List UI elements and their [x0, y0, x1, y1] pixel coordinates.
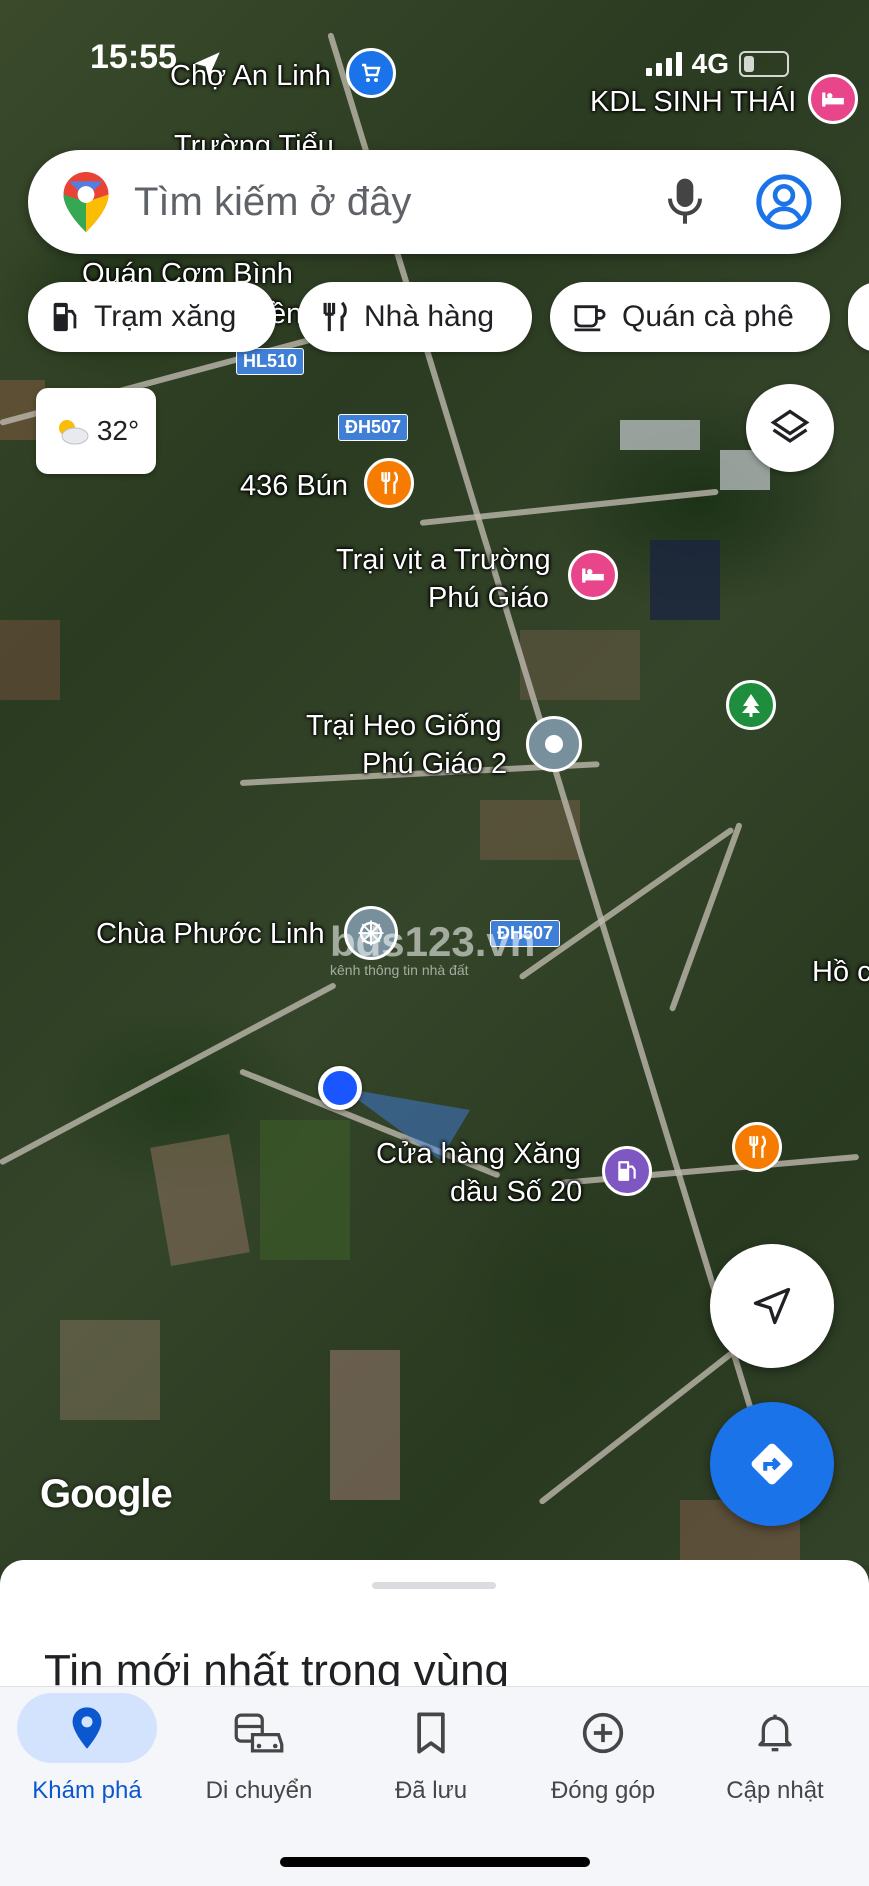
nav-icon-wrap — [17, 1693, 157, 1763]
poi-restaurant-pin[interactable] — [364, 458, 414, 508]
chip-restaurants[interactable]: Nhà hàng — [298, 282, 532, 352]
partly-cloudy-icon — [58, 420, 89, 445]
chip-label: Trạm xăng — [94, 300, 237, 333]
sheet-title: Tin mới nhất trong vùng — [44, 1646, 510, 1690]
cart-icon — [362, 63, 381, 82]
chip-label: Quán cà phê — [622, 300, 794, 333]
poi-gas-station-pin[interactable] — [602, 1146, 652, 1196]
map-field — [520, 630, 640, 700]
sheet-drag-handle[interactable] — [372, 1582, 496, 1589]
google-attribution: Google — [40, 1472, 173, 1516]
map-field — [330, 1350, 400, 1500]
poi-hotel-pin[interactable] — [568, 550, 618, 600]
nav-label: Đóng góp — [550, 1777, 656, 1804]
signal-icon — [645, 52, 682, 76]
nav-label: Đã lưu — [394, 1777, 468, 1804]
location-arrow-icon — [194, 52, 220, 78]
commute-icon — [234, 1713, 284, 1753]
directions-icon — [751, 1443, 793, 1485]
network-type: 4G — [691, 48, 729, 79]
map-pond — [650, 540, 720, 620]
map-label: Trại Heo Giống — [306, 710, 502, 742]
nav-label: Khám phá — [32, 1777, 142, 1804]
map-field — [150, 1133, 250, 1267]
watermark: bds123.vn — [330, 918, 536, 965]
bottom-sheet[interactable]: Tin mới nhất trong vùng — [0, 1560, 869, 1690]
nav-updates[interactable]: Cập nhật — [688, 1687, 862, 1817]
bed-icon — [582, 568, 604, 583]
weather-temp: 32° — [96, 415, 140, 446]
nav-label: Di chuyển — [205, 1777, 313, 1804]
poi-hotel-pin[interactable] — [808, 74, 858, 124]
gas-pump-icon — [618, 1161, 636, 1181]
add-circle-icon — [582, 1712, 624, 1754]
navigation-arrow-icon — [753, 1287, 791, 1325]
status-time: 15:55 — [90, 38, 177, 76]
map-label: Cửa hàng Xăng — [376, 1138, 581, 1170]
road — [419, 488, 719, 526]
status-right: 4G — [645, 48, 789, 80]
nav-explore[interactable]: Khám phá — [0, 1687, 174, 1817]
restaurant-icon — [323, 301, 347, 332]
directions-button[interactable] — [710, 1402, 834, 1526]
map-label: Trại vịt a Trường — [336, 544, 551, 576]
fork-knife-icon — [749, 1135, 767, 1158]
nav-icon-wrap — [361, 1707, 501, 1759]
chip-label: Nhà hàng — [364, 300, 495, 333]
tree-icon — [742, 694, 760, 717]
search-bar[interactable]: Tìm kiếm ở đây — [28, 150, 841, 254]
nav-contribute[interactable]: Đóng góp — [516, 1687, 690, 1817]
watermark-subtitle: kênh thông tin nhà đất — [330, 962, 469, 978]
explore-pin-icon — [72, 1707, 102, 1749]
bookmark-icon — [417, 1712, 445, 1754]
my-location-button[interactable] — [710, 1244, 834, 1368]
mic-icon[interactable] — [665, 177, 705, 227]
nav-icon-wrap — [705, 1707, 845, 1759]
my-location-dot — [318, 1066, 362, 1110]
map-label: Chùa Phước Linh — [96, 918, 325, 950]
map-label: Phú Giáo 2 — [362, 748, 508, 780]
map-field — [0, 620, 60, 700]
search-input[interactable]: Tìm kiếm ở đây — [134, 180, 665, 225]
map-label: Phú Giáo — [428, 582, 549, 614]
fork-knife-icon — [381, 471, 399, 494]
weather-widget[interactable]: 32° — [36, 388, 156, 474]
map-label: Hồ c — [812, 956, 869, 988]
home-indicator[interactable] — [280, 1857, 590, 1867]
bed-icon — [822, 92, 844, 107]
nav-label: Cập nhật — [726, 1777, 824, 1804]
road-sign: HL510 — [236, 348, 305, 375]
account-icon[interactable] — [755, 173, 813, 231]
map-label: dầu Số 20 — [450, 1176, 583, 1208]
map-label: 436 Bún — [240, 470, 349, 502]
nav-saved[interactable]: Đã lưu — [344, 1687, 518, 1817]
chip-coffee[interactable]: Quán cà phê — [550, 282, 830, 352]
nav-icon-wrap — [533, 1707, 673, 1759]
chip-gas-stations[interactable]: Trạm xăng — [28, 282, 276, 352]
layers-button[interactable] — [746, 384, 834, 472]
layers-icon — [770, 409, 810, 443]
road-sign: ĐH507 — [338, 414, 409, 441]
poi-restaurant-pin[interactable] — [732, 1122, 782, 1172]
map-field — [60, 1320, 160, 1420]
poi-market-pin[interactable] — [346, 48, 396, 98]
bell-icon — [758, 1714, 792, 1752]
coffee-icon — [574, 305, 606, 332]
poi-generic-pin[interactable] — [526, 716, 582, 772]
nav-commute[interactable]: Di chuyển — [172, 1687, 346, 1817]
battery-icon — [739, 51, 789, 77]
poi-park-pin[interactable] — [726, 680, 776, 730]
dot-icon — [545, 735, 563, 753]
map-label: KDL SINH THÁI — [590, 86, 797, 118]
map-building — [620, 420, 700, 450]
nav-icon-wrap — [189, 1707, 329, 1759]
gas-station-icon — [53, 302, 77, 332]
google-maps-pin-icon — [63, 172, 109, 232]
bottom-nav: Khám phá Di chuyển Đã lưu Đóng góp Cập n… — [0, 1686, 869, 1886]
